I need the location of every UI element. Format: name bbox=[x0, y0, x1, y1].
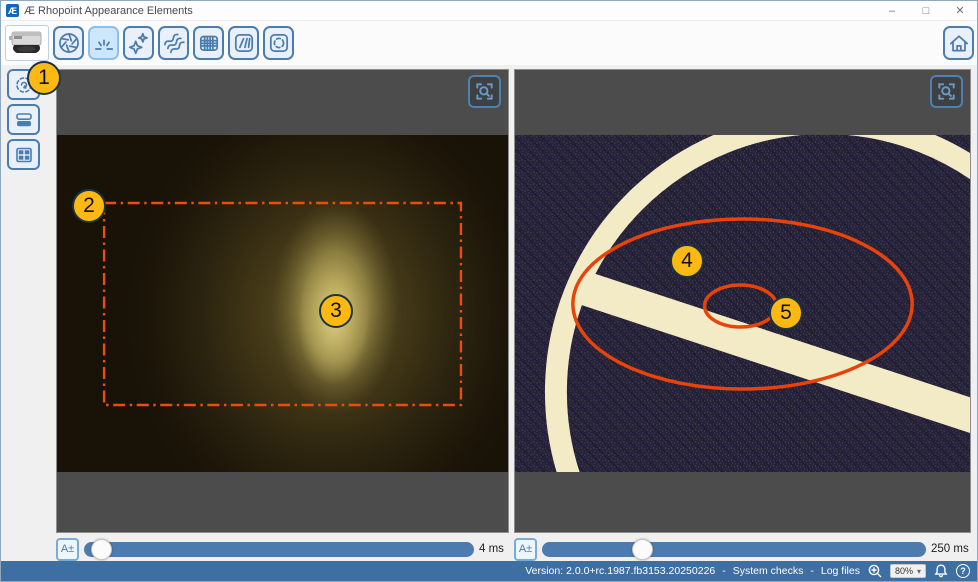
home-button[interactable] bbox=[943, 26, 974, 60]
direct-light-icon bbox=[92, 31, 116, 55]
grid-view-icon bbox=[13, 144, 35, 166]
left-camera-panel bbox=[56, 69, 509, 533]
status-separator: - bbox=[810, 565, 814, 577]
ui-zoom-value: 80% bbox=[895, 566, 913, 576]
zoom-to-fit-icon bbox=[473, 80, 496, 103]
grid-view-button[interactable] bbox=[7, 139, 40, 170]
close-button[interactable]: ✕ bbox=[943, 1, 977, 20]
main-content bbox=[1, 65, 977, 533]
ui-zoom-dropdown[interactable]: 80% ▾ bbox=[890, 564, 926, 578]
titlebar: Æ Æ Rhopoint Appearance Elements – □ ✕ bbox=[1, 1, 977, 21]
distinctness-lines-icon bbox=[232, 31, 256, 55]
annotation-badge-5: 5 bbox=[769, 296, 803, 330]
right-camera-panel bbox=[514, 69, 971, 533]
split-view-icon bbox=[13, 109, 35, 131]
system-checks-link[interactable]: System checks bbox=[733, 565, 804, 577]
notifications-bell-icon[interactable] bbox=[933, 563, 949, 579]
left-zoom-to-fit-button[interactable] bbox=[468, 75, 501, 108]
tool-haze-ring-button[interactable] bbox=[263, 26, 294, 60]
help-question-icon[interactable]: ? bbox=[956, 564, 970, 578]
mesh-grid-icon bbox=[197, 31, 221, 55]
right-zoom-to-fit-button[interactable] bbox=[930, 75, 963, 108]
maximize-button[interactable]: □ bbox=[909, 1, 943, 20]
chevron-down-icon: ▾ bbox=[917, 567, 921, 576]
annotation-badge-3: 3 bbox=[319, 294, 353, 328]
window-title: Æ Rhopoint Appearance Elements bbox=[24, 5, 875, 17]
sparkle-icon bbox=[127, 31, 151, 55]
zoom-to-fit-icon bbox=[935, 80, 958, 103]
zoom-in-icon[interactable] bbox=[867, 563, 883, 579]
instrument-photo-icon bbox=[8, 28, 46, 58]
right-auto-exposure-button[interactable]: A± bbox=[514, 538, 537, 561]
right-panel-header bbox=[515, 70, 970, 135]
annotation-badge-1: 1 bbox=[27, 61, 61, 95]
left-panel-header bbox=[57, 70, 508, 135]
right-exposure-row: A± 250 ms bbox=[514, 537, 971, 561]
right-exposure-value: 250 ms bbox=[931, 543, 971, 555]
tool-texture-waves-button[interactable] bbox=[158, 26, 189, 60]
left-panel-footer bbox=[57, 472, 508, 532]
haze-ring-icon bbox=[267, 31, 291, 55]
texture-waves-icon bbox=[162, 31, 186, 55]
left-exposure-value: 4 ms bbox=[479, 543, 509, 555]
home-icon bbox=[947, 31, 971, 55]
left-slider-thumb[interactable] bbox=[91, 539, 112, 560]
left-exposure-row: A± 4 ms bbox=[56, 537, 509, 561]
annotation-badge-2: 2 bbox=[72, 189, 106, 223]
right-exposure-slider[interactable] bbox=[542, 542, 926, 557]
exposure-sliders: A± 4 ms A± 250 ms bbox=[1, 537, 977, 561]
version-text: Version: 2.0.0+rc.1987.fb3153.20250226 bbox=[525, 565, 715, 577]
instrument-button[interactable] bbox=[5, 25, 49, 61]
tool-distinctness-lines-button[interactable] bbox=[228, 26, 259, 60]
app-window: Æ Æ Rhopoint Appearance Elements – □ ✕ bbox=[0, 0, 978, 582]
right-slider-thumb[interactable] bbox=[632, 539, 653, 560]
aperture-icon bbox=[57, 31, 81, 55]
view-sidebar bbox=[1, 69, 56, 533]
status-separator: - bbox=[722, 565, 726, 577]
tool-direct-light-button[interactable] bbox=[88, 26, 119, 60]
left-auto-exposure-button[interactable]: A± bbox=[56, 538, 79, 561]
statusbar: Version: 2.0.0+rc.1987.fb3153.20250226 -… bbox=[1, 561, 977, 581]
annotation-badge-4: 4 bbox=[670, 244, 704, 278]
split-view-button[interactable] bbox=[7, 104, 40, 135]
log-files-link[interactable]: Log files bbox=[821, 565, 860, 577]
tool-mesh-grid-button[interactable] bbox=[193, 26, 224, 60]
right-panel-footer bbox=[515, 472, 970, 532]
toolbar bbox=[1, 21, 977, 65]
tool-aperture-button[interactable] bbox=[53, 26, 84, 60]
left-camera-image bbox=[57, 135, 508, 472]
minimize-button[interactable]: – bbox=[875, 1, 909, 20]
window-controls: – □ ✕ bbox=[875, 1, 977, 20]
app-icon: Æ bbox=[6, 4, 19, 17]
right-camera-image bbox=[515, 135, 970, 472]
tool-sparkle-button[interactable] bbox=[123, 26, 154, 60]
left-exposure-slider[interactable] bbox=[84, 542, 474, 557]
